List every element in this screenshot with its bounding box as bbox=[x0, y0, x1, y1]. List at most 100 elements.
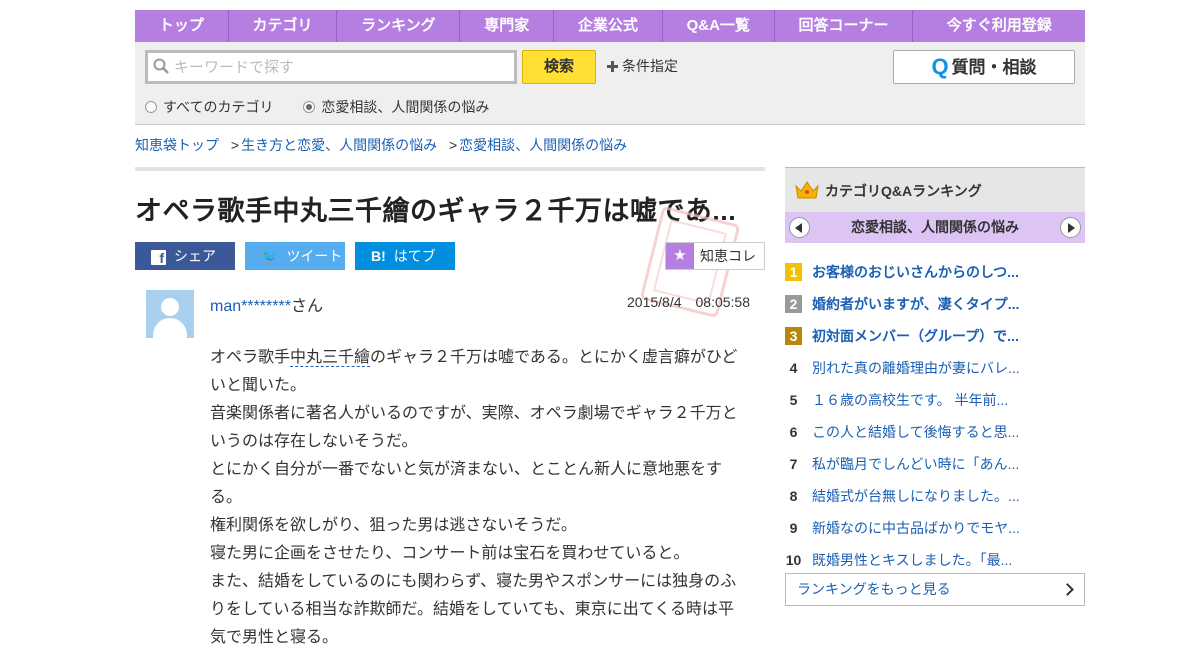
nav-experts[interactable]: 専門家 bbox=[460, 10, 555, 42]
question-header: man********さん 2015/8/4 08:05:58 bbox=[135, 290, 765, 340]
rank-number: 7 bbox=[789, 456, 798, 472]
body-line: とにかく自分が一番でないと気が済まない、とことん新人に意地悪をす bbox=[210, 461, 723, 478]
ranking-item[interactable]: 6 この人と結婚して後悔すると思... bbox=[785, 419, 1085, 451]
ranking-item-link[interactable]: この人と結婚して後悔すると思... bbox=[812, 422, 1019, 442]
ask-question-button[interactable]: Q 質問・相談 bbox=[893, 50, 1075, 84]
ranking-item[interactable]: 9 新婚なのに中古品ばかりでモヤ... bbox=[785, 515, 1085, 547]
nav-qa-list[interactable]: Q&A一覧 bbox=[663, 10, 775, 42]
ranking-item-link[interactable]: １６歳の高校生です。 半年前... bbox=[812, 390, 1008, 410]
body-line: 寝た男に企画をさせたり、コンサート前は宝石を買わせていると。 bbox=[210, 545, 690, 562]
ranking-list: 1 お客様のおじいさんからのしつ... 2 婚約者がいますが、凄くタイプ... 3初… bbox=[785, 259, 1085, 579]
radio-all-label: すべてのカテゴリ bbox=[163, 99, 274, 115]
rank-number: 10 bbox=[785, 552, 802, 568]
body-text-segment: のギャラ２千万は嘘である。とにかく虚言癖がひど bbox=[370, 349, 738, 366]
body-line: 権利関係を欲しがり、狙った男は逃さないそうだ。 bbox=[210, 517, 577, 534]
rank-number: 6 bbox=[789, 424, 798, 440]
radio-current-category[interactable]: 恋愛相談、人間関係の悩み bbox=[303, 97, 489, 117]
facebook-share-label: シェア bbox=[174, 248, 216, 264]
hatena-bookmark-icon: B! bbox=[371, 248, 386, 264]
ranking-category: 恋愛相談、人間関係の悩み bbox=[851, 219, 1019, 235]
page: トップ カテゴリ ランキング 専門家 企業公式 Q&A一覧 回答コーナー 今すぐ… bbox=[135, 10, 1085, 646]
rank-badge: 1 bbox=[785, 263, 802, 281]
radio-cat-label: 恋愛相談、人間関係の悩み bbox=[321, 99, 490, 115]
ranking-more-link[interactable]: ランキングをもっと見る bbox=[785, 573, 1085, 606]
body-line: 音楽関係者に著名人がいるのですが、実際、オペラ劇場でギャラ２千万と bbox=[210, 405, 738, 422]
rank-number: 8 bbox=[789, 488, 798, 504]
body-line: また、結婚をしているのにも関わらず、寝た男やスポンサーには独身のふ bbox=[210, 573, 737, 590]
hatena-share-button[interactable]: B! はてブ bbox=[355, 242, 455, 270]
ranking-item-link[interactable]: お客様のおじいさんからのしつ... bbox=[812, 262, 1019, 282]
search-icon bbox=[153, 58, 169, 74]
body-text-segment: オペラ歌手 bbox=[210, 349, 291, 366]
ranking-item[interactable]: 5 １６歳の高校生です。 半年前... bbox=[785, 387, 1085, 419]
share-bar: f シェア 🐦 ツイート B! はてブ ★ 知恵コレ bbox=[135, 205, 765, 319]
rank-number: 4 bbox=[789, 360, 798, 376]
next-arrow-icon[interactable] bbox=[1060, 217, 1081, 238]
rank-badge: 2 bbox=[785, 295, 802, 313]
ranking-item-link[interactable]: 私が臨月でしんどい時に「あん... bbox=[812, 454, 1019, 474]
search-button[interactable]: 検索 bbox=[522, 50, 596, 84]
nav-category[interactable]: カテゴリ bbox=[229, 10, 338, 42]
body-line: る。 bbox=[210, 489, 243, 506]
chiecolle-button[interactable]: ★ 知恵コレ bbox=[665, 242, 765, 270]
avatar bbox=[146, 290, 194, 338]
divider bbox=[135, 167, 765, 171]
body-line: オペラ歌手中丸三千繪のギャラ２千万は嘘である。とにかく虚言癖がひど bbox=[210, 344, 740, 372]
radio-dot-icon bbox=[145, 101, 157, 113]
hatena-share-label: はてブ bbox=[393, 248, 436, 264]
ranking-item-link[interactable]: 新婚なのに中古品ばかりでモヤ... bbox=[812, 518, 1020, 538]
nav-ranking[interactable]: ランキング bbox=[337, 10, 461, 42]
ranking-item-link[interactable]: 初対面メンバー（グループ）で... bbox=[812, 326, 1019, 346]
nav-top[interactable]: トップ bbox=[135, 10, 229, 42]
ranking-title: カテゴリQ&Aランキング bbox=[825, 183, 982, 199]
breadcrumb-separator: > bbox=[448, 137, 458, 153]
global-nav: トップ カテゴリ ランキング 専門家 企業公式 Q&A一覧 回答コーナー 今すぐ… bbox=[135, 10, 1085, 42]
ranking-item[interactable]: 7 私が臨月でしんどい時に「あん... bbox=[785, 451, 1085, 483]
facebook-share-button[interactable]: f シェア bbox=[135, 242, 235, 270]
post-date: 2015/8/4 08:05:58 bbox=[627, 294, 750, 310]
radio-all-categories[interactable]: すべてのカテゴリ bbox=[145, 97, 273, 117]
twitter-share-button[interactable]: 🐦 ツイート bbox=[245, 242, 345, 270]
breadcrumb-life-love[interactable]: 生き方と恋愛、人間関係の悩み bbox=[241, 137, 437, 153]
crown-icon bbox=[795, 181, 819, 199]
body-line: 気で男性と寝る。 bbox=[210, 629, 339, 646]
ranking-item[interactable]: 2 婚約者がいますが、凄くタイプ... bbox=[785, 291, 1085, 323]
ranking-item[interactable]: 1 お客様のおじいさんからのしつ... bbox=[785, 259, 1085, 291]
body-line: いうのは存在しないそうだ。 bbox=[210, 433, 418, 450]
search-box[interactable] bbox=[145, 50, 517, 84]
user-name: man********さん bbox=[210, 292, 323, 316]
rank-number: 9 bbox=[789, 520, 798, 536]
conditions-link[interactable]: 条件指定 bbox=[607, 56, 678, 76]
search-input[interactable] bbox=[174, 53, 504, 81]
category-scope: すべてのカテゴリ 恋愛相談、人間関係の悩み bbox=[145, 97, 515, 117]
question-body: オペラ歌手中丸三千繪のギャラ２千万は嘘である。とにかく虚言癖がひど いと聞いた。… bbox=[210, 344, 740, 652]
ranking-sidebar: カテゴリQ&Aランキング 恋愛相談、人間関係の悩み 1 お客様のおじいさんからのし… bbox=[785, 167, 1085, 606]
ranking-item[interactable]: 4 別れた真の離婚理由が妻にバレ... bbox=[785, 355, 1085, 387]
conditions-label: 条件指定 bbox=[622, 58, 678, 74]
ranking-item[interactable]: 3 初対面メンバー（グループ）で... bbox=[785, 323, 1085, 355]
breadcrumb-love-advice[interactable]: 恋愛相談、人間関係の悩み bbox=[459, 137, 627, 153]
nav-official[interactable]: 企業公式 bbox=[554, 10, 663, 42]
ranking-item-link[interactable]: 婚約者がいますが、凄くタイプ... bbox=[812, 294, 1019, 314]
ranking-item-link[interactable]: 既婚男性とキスしました。「最... bbox=[812, 550, 1012, 570]
avatar-body-icon bbox=[153, 318, 187, 338]
question-main: オペラ歌手中丸三千繪のギャラ２千万は嘘であ... f シェア 🐦 ツイート B! はて… bbox=[135, 167, 765, 652]
user-honorific: さん bbox=[290, 298, 323, 315]
prev-arrow-icon[interactable] bbox=[789, 217, 810, 238]
rank-number: 5 bbox=[789, 392, 798, 408]
facebook-icon: f bbox=[151, 250, 166, 266]
breadcrumb-top[interactable]: 知恵袋トップ bbox=[135, 137, 219, 153]
breadcrumb-separator: > bbox=[230, 137, 240, 153]
ranking-header: カテゴリQ&Aランキング bbox=[785, 167, 1085, 212]
radio-dot-selected-icon bbox=[303, 101, 316, 113]
ranking-item[interactable]: 8 結婚式が台無しになりました。... bbox=[785, 483, 1085, 515]
plus-icon bbox=[607, 61, 618, 72]
nav-register[interactable]: 今すぐ利用登録 bbox=[913, 10, 1085, 42]
nav-answer-corner[interactable]: 回答コーナー bbox=[775, 10, 914, 42]
breadcrumb: 知恵袋トップ > 生き方と恋愛、人間関係の悩み > 恋愛相談、人間関係の悩み bbox=[135, 135, 627, 155]
twitter-bird-icon: 🐦 bbox=[261, 248, 279, 264]
keyword-link[interactable]: 中丸三千繪 bbox=[290, 349, 371, 367]
user-link[interactable]: man******** bbox=[210, 298, 291, 315]
ranking-item-link[interactable]: 結婚式が台無しになりました。... bbox=[812, 486, 1020, 506]
ranking-item-link[interactable]: 別れた真の離婚理由が妻にバレ... bbox=[812, 358, 1020, 378]
